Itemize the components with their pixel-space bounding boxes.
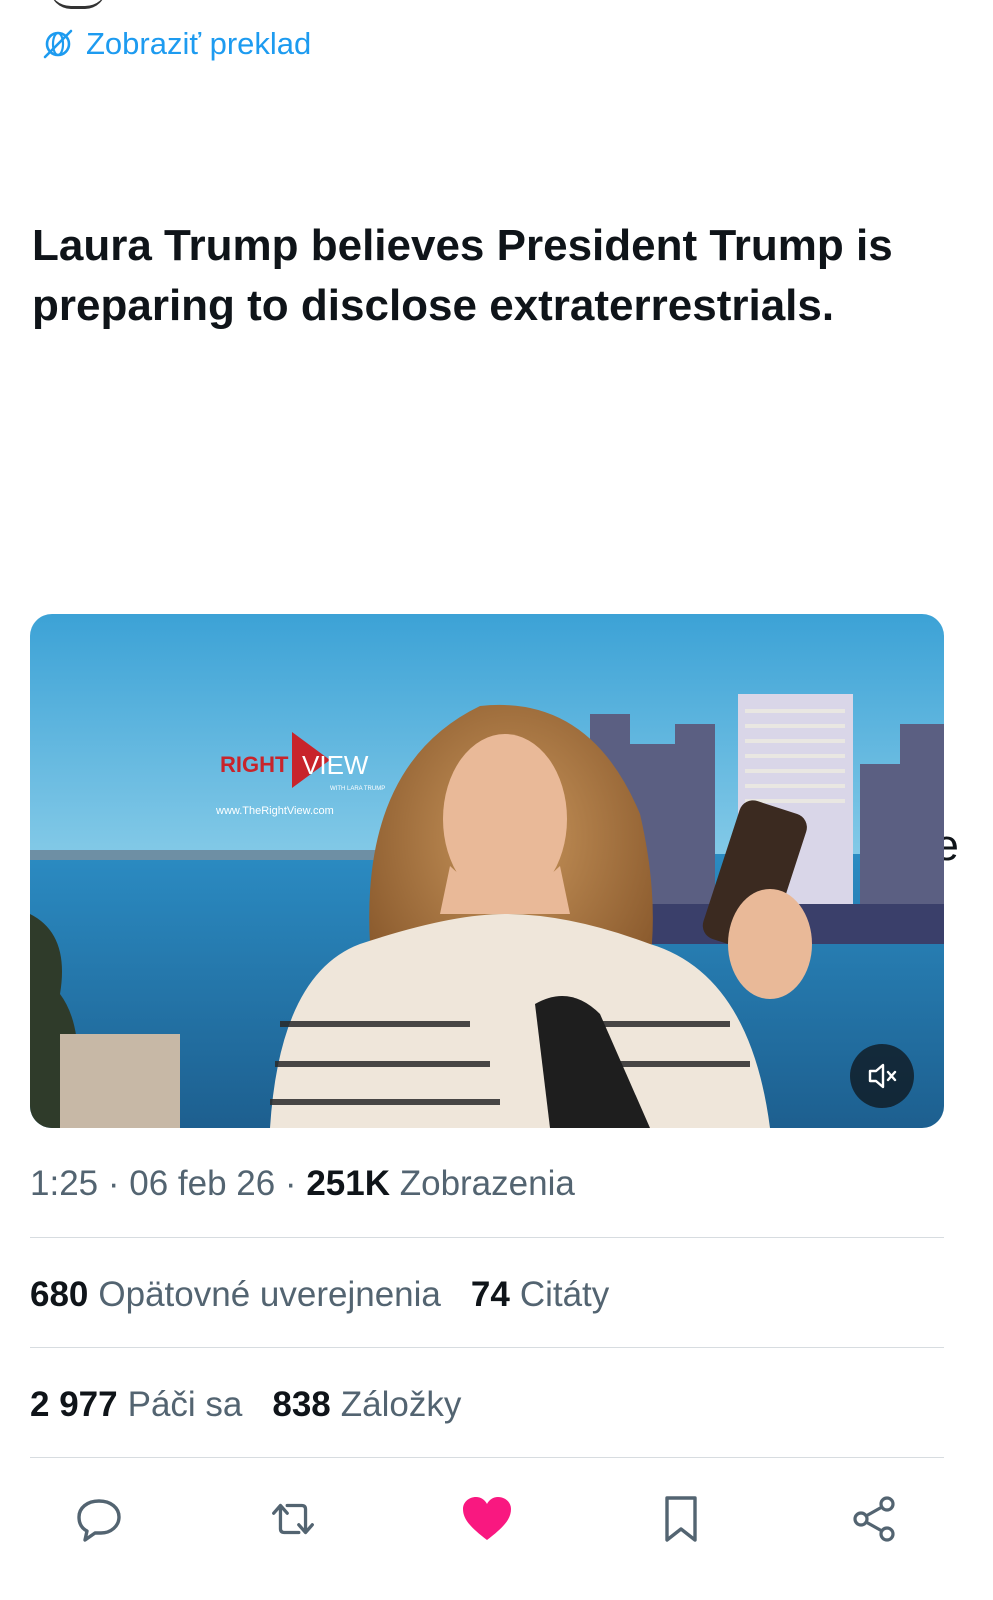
views-count: 251K: [306, 1164, 390, 1203]
tweet-date[interactable]: 06 feb 26: [129, 1164, 275, 1203]
likes-stat[interactable]: 2 977 Páči sa: [30, 1385, 242, 1425]
quotes-count: 74: [470, 1275, 510, 1314]
views-label: Zobrazenia: [399, 1164, 575, 1203]
logo-white-text: VIEW: [302, 750, 369, 780]
logo-red-text: RIGHT: [220, 752, 289, 777]
heart-filled-icon: [463, 1497, 511, 1540]
repost-button[interactable]: [266, 1492, 320, 1546]
video-player[interactable]: RIGHT VIEW WITH LARA TRUMP www.TheRightV…: [30, 614, 944, 1128]
meta-separator: ·: [98, 1164, 130, 1203]
share-icon: [853, 1496, 895, 1542]
show-translation-link[interactable]: Zobraziť preklad: [40, 26, 311, 62]
video-frame: RIGHT VIEW WITH LARA TRUMP www.TheRightV…: [30, 614, 944, 1128]
divider: [30, 1347, 944, 1348]
speaker-muted-icon: [868, 1063, 897, 1089]
logo-small-text: WITH LARA TRUMP: [330, 786, 385, 792]
stats-row-reposts: 680 Opätovné uverejnenia 74 Citáty: [30, 1275, 609, 1315]
avatar[interactable]: [50, 0, 106, 9]
repost-icon: [272, 1503, 314, 1535]
tweet-time[interactable]: 1:25: [30, 1164, 98, 1203]
reply-bubble-icon: [77, 1499, 121, 1542]
show-translation-label: Zobraziť preklad: [86, 26, 312, 61]
reposts-label: Opätovné uverejnenia: [98, 1275, 441, 1314]
logo-url-text: www.TheRightView.com: [215, 805, 334, 817]
tweet-meta: 1:25 · 06 feb 26 · 251K Zobrazenia: [30, 1164, 575, 1204]
reposts-stat[interactable]: 680 Opätovné uverejnenia: [30, 1275, 441, 1315]
globe-slash-icon: [43, 29, 73, 59]
quotes-stat[interactable]: 74 Citáty: [471, 1275, 609, 1315]
meta-separator: ·: [275, 1164, 307, 1203]
reply-button[interactable]: [72, 1492, 126, 1546]
bookmark-icon: [665, 1496, 697, 1542]
reposts-count: 680: [30, 1275, 89, 1314]
bookmarks-count: 838: [272, 1385, 331, 1424]
bookmark-button[interactable]: [654, 1492, 708, 1546]
bookmarks-label: Záložky: [340, 1385, 462, 1424]
tweet-headline: Laura Trump believes President Trump is …: [32, 221, 905, 330]
stats-row-likes: 2 977 Páči sa 838 Záložky: [30, 1385, 461, 1425]
divider: [30, 1237, 944, 1238]
like-button[interactable]: [460, 1492, 514, 1546]
likes-label: Páči sa: [127, 1385, 243, 1424]
share-button[interactable]: [848, 1492, 902, 1546]
bookmarks-stat[interactable]: 838 Záložky: [272, 1385, 461, 1425]
likes-count: 2 977: [30, 1385, 118, 1424]
divider: [30, 1457, 944, 1458]
mute-toggle-button[interactable]: [850, 1044, 914, 1108]
tweet-action-bar: [30, 1487, 944, 1551]
quotes-label: Citáty: [519, 1275, 610, 1314]
